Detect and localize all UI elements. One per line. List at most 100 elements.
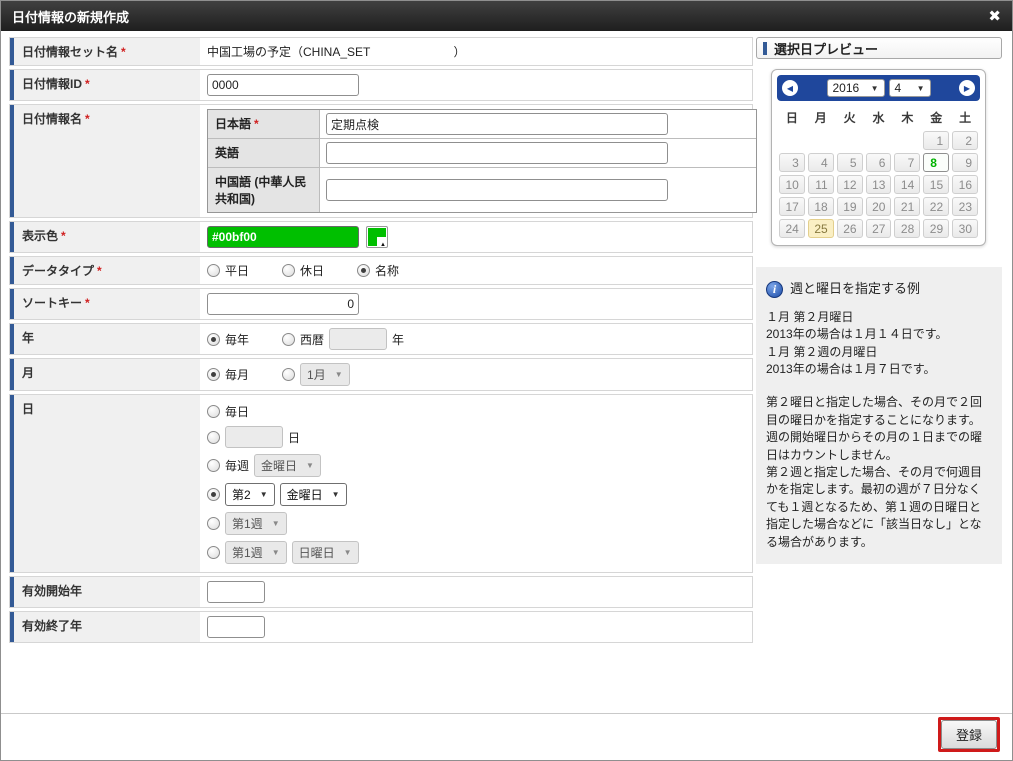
year-option-every[interactable]: 毎年 [207,331,249,348]
display-color-label-text: 表示色 [22,229,59,243]
data-type-option-holiday[interactable]: 休日 [282,262,324,279]
month-select[interactable]: 1月 ▼ [300,363,350,386]
day-option-week-dow[interactable]: 第1週 ▼ 日曜日 ▼ [207,541,359,564]
calendar-day-29[interactable]: 29 [923,219,950,238]
help-body-line: 週の開始曜日からその月の１日までの曜日はカウントしません。 [766,430,983,462]
calendar-day-20[interactable]: 20 [865,197,892,216]
radio-name[interactable] [357,264,371,277]
calendar-day-30[interactable]: 30 [952,219,978,238]
japanese-value-cell [320,110,756,138]
calendar-day-8[interactable]: 8 [923,153,950,172]
radio-holiday[interactable] [282,264,296,277]
calendar-prev-icon[interactable]: ◀ [782,80,798,96]
weekly-label[interactable]: 毎週 [225,457,249,474]
day-option-nth-week[interactable]: 第1週 ▼ [207,512,287,535]
calendar-day-7[interactable]: 7 [894,153,921,172]
calendar-day-23[interactable]: 23 [952,197,978,216]
calendar-day-13[interactable]: 13 [865,175,892,194]
radio-weekday[interactable] [207,264,220,277]
close-icon[interactable]: ✖ [988,9,1001,24]
every-year-label[interactable]: 毎年 [225,331,249,348]
calendar-day-21[interactable]: 21 [894,197,921,216]
day-option-nth-dow[interactable]: 第2 ▼ 金曜日 ▼ [207,483,347,506]
calendar-month-select[interactable]: 4 ▼ [888,79,931,97]
calendar-day-17[interactable]: 17 [779,197,805,216]
radio-month-select[interactable] [282,368,296,381]
calendar-day-26[interactable]: 26 [836,219,863,238]
calendar-day-12[interactable]: 12 [836,175,863,194]
info-id-label-text: 日付情報ID [22,77,83,91]
western-year-input[interactable] [329,328,388,350]
radio-every-day[interactable] [207,405,220,418]
month-option-select[interactable] [282,368,296,381]
valid-start-input[interactable] [207,581,265,603]
nth-dow-select[interactable]: 金曜日 ▼ [279,483,347,506]
year-option-western[interactable]: 西暦 [282,331,324,348]
display-color-input[interactable] [207,226,359,248]
calendar-day-27[interactable]: 27 [865,219,892,238]
color-picker-button[interactable]: ▲ [366,226,388,248]
register-button[interactable]: 登録 [940,720,997,749]
radio-nth-week[interactable] [207,517,220,530]
calendar-year-select[interactable]: 2016 ▼ [826,79,885,97]
calendar-day-16[interactable]: 16 [952,175,978,194]
western-year-label[interactable]: 西暦 [300,331,324,348]
calendar-day-11[interactable]: 11 [807,175,834,194]
radio-date[interactable] [207,430,220,444]
day-option-weekly[interactable]: 毎週 金曜日 ▼ [207,454,321,477]
calendar-day-10[interactable]: 10 [779,175,805,194]
calendar-day-28[interactable]: 28 [894,219,921,238]
info-id-input[interactable] [207,74,359,96]
name-option-label[interactable]: 名称 [375,262,399,279]
calendar-day-18[interactable]: 18 [807,197,834,216]
calendar-day-2[interactable]: 2 [952,131,978,150]
calendar-day-24[interactable]: 24 [779,219,805,238]
form-row-data-type: データタイプ * 平日 休日 名称 [9,256,753,285]
every-month-label[interactable]: 毎月 [225,366,249,383]
calendar-next-icon[interactable]: ▶ [959,80,975,96]
calendar-day-25[interactable]: 25 [807,219,834,238]
week-dow-select[interactable]: 日曜日 ▼ [291,541,359,564]
calendar-day-15[interactable]: 15 [923,175,950,194]
calendar-day-5[interactable]: 5 [836,153,863,172]
calendar-day-14[interactable]: 14 [894,175,921,194]
calendar-day-22[interactable]: 22 [923,197,950,216]
valid-end-input[interactable] [207,616,265,638]
weekday-option-label[interactable]: 平日 [225,262,249,279]
weekly-dow-select[interactable]: 金曜日 ▼ [254,454,321,477]
calendar-day-1[interactable]: 1 [923,131,950,150]
day-label-text: 日 [22,402,35,416]
required-mark: * [85,296,90,310]
radio-nth-dow[interactable] [207,488,220,501]
week-select[interactable]: 第1週 ▼ [225,541,287,564]
every-day-label[interactable]: 毎日 [225,403,249,420]
help-example-line: １月 第２週の月曜日 [766,344,878,359]
calendar-day-6[interactable]: 6 [865,153,892,172]
date-input[interactable] [225,426,283,448]
chinese-name-input[interactable] [326,179,668,201]
data-type-option-name[interactable]: 名称 [357,262,399,279]
holiday-option-label[interactable]: 休日 [300,262,324,279]
radio-every-year[interactable] [207,332,220,346]
calendar-grid: 1 2 3 4 5 6 7 8 9 10 11 12 13 14 15 16 17 18 19 20 21 22 23 24 2… [779,131,978,238]
calendar-day-19[interactable]: 19 [836,197,863,216]
form-row-year: 年 毎年 西暦 年 [9,323,753,355]
day-option-every[interactable]: 毎日 [207,403,249,420]
annotation-highlight: 登録 [937,717,1000,752]
form-row-info-id: 日付情報ID * [9,69,753,101]
radio-weekly[interactable] [207,459,220,472]
nth-select[interactable]: 第2 ▼ [225,483,275,506]
english-name-input[interactable] [326,142,668,164]
data-type-option-weekday[interactable]: 平日 [207,262,249,279]
radio-western-year[interactable] [282,332,296,346]
radio-week-dow[interactable] [207,546,220,559]
calendar-day-4[interactable]: 4 [807,153,834,172]
nth-week-select[interactable]: 第1週 ▼ [225,512,287,535]
calendar-day-9[interactable]: 9 [952,153,978,172]
sort-key-input[interactable] [207,293,359,315]
calendar-day-3[interactable]: 3 [779,153,805,172]
month-option-every[interactable]: 毎月 [207,366,249,383]
day-option-date[interactable]: 日 [207,426,300,448]
japanese-name-input[interactable] [326,113,668,135]
radio-every-month[interactable] [207,368,220,381]
